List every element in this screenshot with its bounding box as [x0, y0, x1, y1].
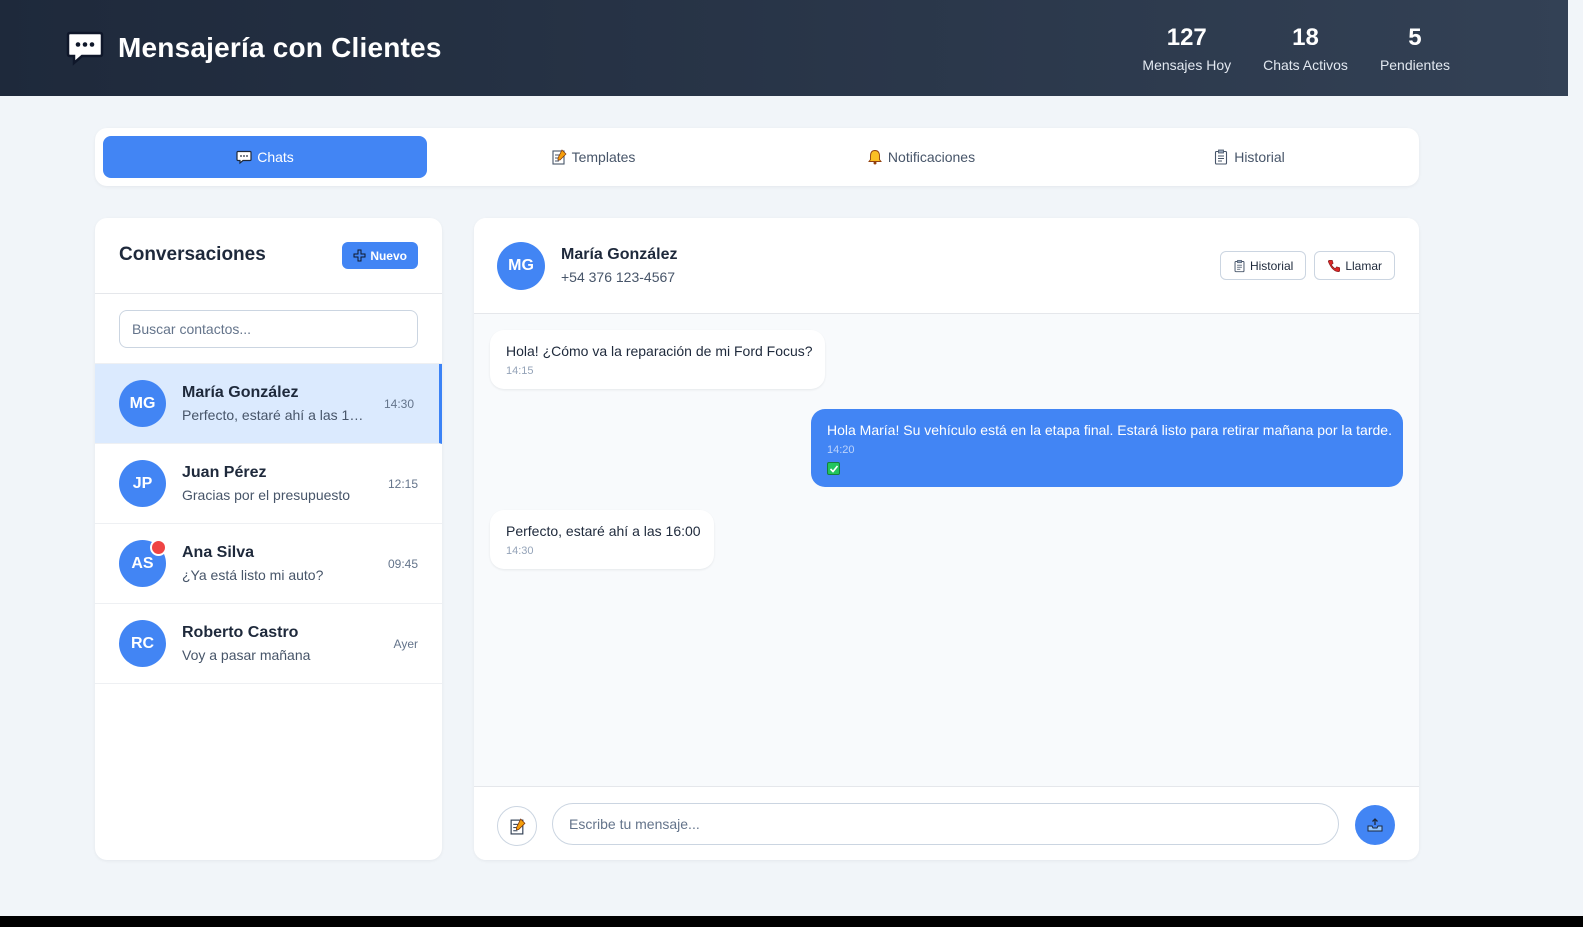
message-bubble-outgoing: Hola María! Su vehículo está en la etapa…: [811, 409, 1403, 487]
search-contacts-input[interactable]: [119, 310, 418, 348]
contact-name: Juan Pérez: [182, 464, 267, 481]
app-header: Mensajería con Clientes 127 Mensajes Hoy…: [0, 0, 1568, 96]
stat-label: Pendientes: [1379, 57, 1450, 73]
last-message-preview: Voy a pasar mañana: [182, 647, 311, 663]
sidebar-header: Conversaciones Nuevo: [95, 218, 442, 294]
message-time: 14:15: [506, 365, 534, 377]
stat-label: Chats Activos: [1263, 57, 1348, 73]
conversation-item[interactable]: RC Roberto Castro Voy a pasar mañana Aye…: [95, 604, 442, 684]
memo-icon: [510, 817, 525, 835]
tab-templates[interactable]: Templates: [431, 136, 755, 178]
stat-value: 18: [1292, 24, 1319, 51]
new-button-label: Nuevo: [370, 248, 407, 263]
memo-icon: [552, 149, 567, 165]
last-message-preview: Gracias por el presupuesto: [182, 487, 351, 503]
tab-historial[interactable]: Historial: [1087, 136, 1411, 178]
tab-notificaciones[interactable]: Notificaciones: [759, 136, 1083, 178]
contact-name: María González: [182, 384, 299, 401]
stat-value: 5: [1408, 24, 1422, 51]
chat-contact-phone: +54 376 123-4567: [561, 269, 676, 285]
bell-icon: [868, 150, 882, 165]
conversation-item[interactable]: AS Ana Silva ¿Ya está listo mi auto? 09:…: [95, 524, 442, 604]
tab-label: Templates: [571, 149, 636, 165]
history-button-label: Historial: [1249, 258, 1294, 273]
speech-bubble-icon: [66, 31, 104, 66]
last-message-time: 14:30: [383, 397, 414, 411]
contact-name: Ana Silva: [182, 544, 255, 561]
conversation-item[interactable]: MG María González Perfecto, estaré ahí a…: [95, 364, 442, 444]
chat-panel: MG María González +54 376 123-4567 Histo…: [474, 218, 1419, 860]
last-message-preview: ¿Ya está listo mi auto?: [182, 567, 324, 583]
app-title: Mensajería con Clientes: [118, 32, 442, 63]
stat-active-chats: 18 Chats Activos: [1263, 24, 1348, 75]
history-button[interactable]: Historial: [1219, 251, 1307, 280]
message-list: Hola! ¿Cómo va la reparación de mi Ford …: [474, 314, 1419, 786]
last-message-time: 12:15: [387, 477, 418, 491]
message-text: Hola! ¿Cómo va la reparación de mi Ford …: [506, 343, 813, 359]
sidebar-title: Conversaciones: [119, 244, 266, 265]
message-input[interactable]: [552, 803, 1339, 845]
templates-button[interactable]: [497, 806, 537, 846]
tab-chats[interactable]: Chats: [103, 136, 427, 178]
main-tabs: Chats Templates Notificaciones Historial: [95, 128, 1419, 186]
chat-header: MG María González +54 376 123-4567 Histo…: [474, 218, 1419, 314]
last-message-time: Ayer: [393, 637, 418, 651]
conversations-sidebar: Conversaciones Nuevo MG María González P…: [95, 218, 442, 860]
window-edge: [1568, 0, 1583, 927]
phone-icon: [1328, 259, 1341, 272]
chat-contact-name: María González: [561, 246, 678, 263]
clipboard-icon: [1234, 259, 1245, 272]
conversation-item[interactable]: JP Juan Pérez Gracias por el presupuesto…: [95, 444, 442, 524]
stat-value: 127: [1166, 24, 1207, 51]
avatar: MG: [119, 380, 166, 427]
avatar: JP: [119, 460, 166, 507]
message-bubble-incoming: Hola! ¿Cómo va la reparación de mi Ford …: [490, 330, 825, 389]
clipboard-icon: [1215, 149, 1228, 165]
tab-label: Notificaciones: [887, 149, 976, 165]
read-check-icon: [827, 462, 840, 475]
message-bubble-incoming: Perfecto, estaré ahí a las 16:00 14:30: [490, 510, 714, 569]
last-message-preview: Perfecto, estaré ahí a las 16:00: [182, 407, 367, 423]
speech-bubble-icon: [236, 150, 252, 165]
avatar: MG: [497, 242, 545, 290]
unread-badge: [150, 539, 167, 556]
search-wrapper: [95, 294, 442, 364]
message-text: Perfecto, estaré ahí a las 16:00: [506, 523, 701, 539]
call-button-label: Llamar: [1345, 258, 1382, 273]
header-stats: 127 Mensajes Hoy 18 Chats Activos 5 Pend…: [1142, 24, 1450, 75]
brand: Mensajería con Clientes: [66, 30, 442, 66]
stat-pending: 5 Pendientes: [1380, 24, 1450, 75]
window-edge: [0, 916, 1583, 927]
send-button[interactable]: [1355, 805, 1395, 845]
message-composer: [474, 786, 1419, 860]
outbox-tray-icon: [1367, 818, 1383, 832]
stat-label: Mensajes Hoy: [1142, 57, 1232, 73]
call-button[interactable]: Llamar: [1314, 251, 1395, 280]
message-time: 14:20: [827, 444, 855, 456]
message-time: 14:30: [506, 545, 534, 557]
stat-messages-today: 127 Mensajes Hoy: [1142, 24, 1231, 75]
tab-label: Chats: [257, 149, 294, 165]
chat-actions: Historial Llamar: [1219, 251, 1395, 280]
new-conversation-button[interactable]: Nuevo: [342, 242, 418, 269]
last-message-time: 09:45: [387, 557, 418, 571]
plus-icon: [353, 249, 366, 262]
avatar: RC: [119, 620, 166, 667]
message-text: Hola María! Su vehículo está en la etapa…: [827, 422, 1392, 438]
tab-label: Historial: [1234, 149, 1285, 165]
contact-name: Roberto Castro: [182, 624, 299, 641]
